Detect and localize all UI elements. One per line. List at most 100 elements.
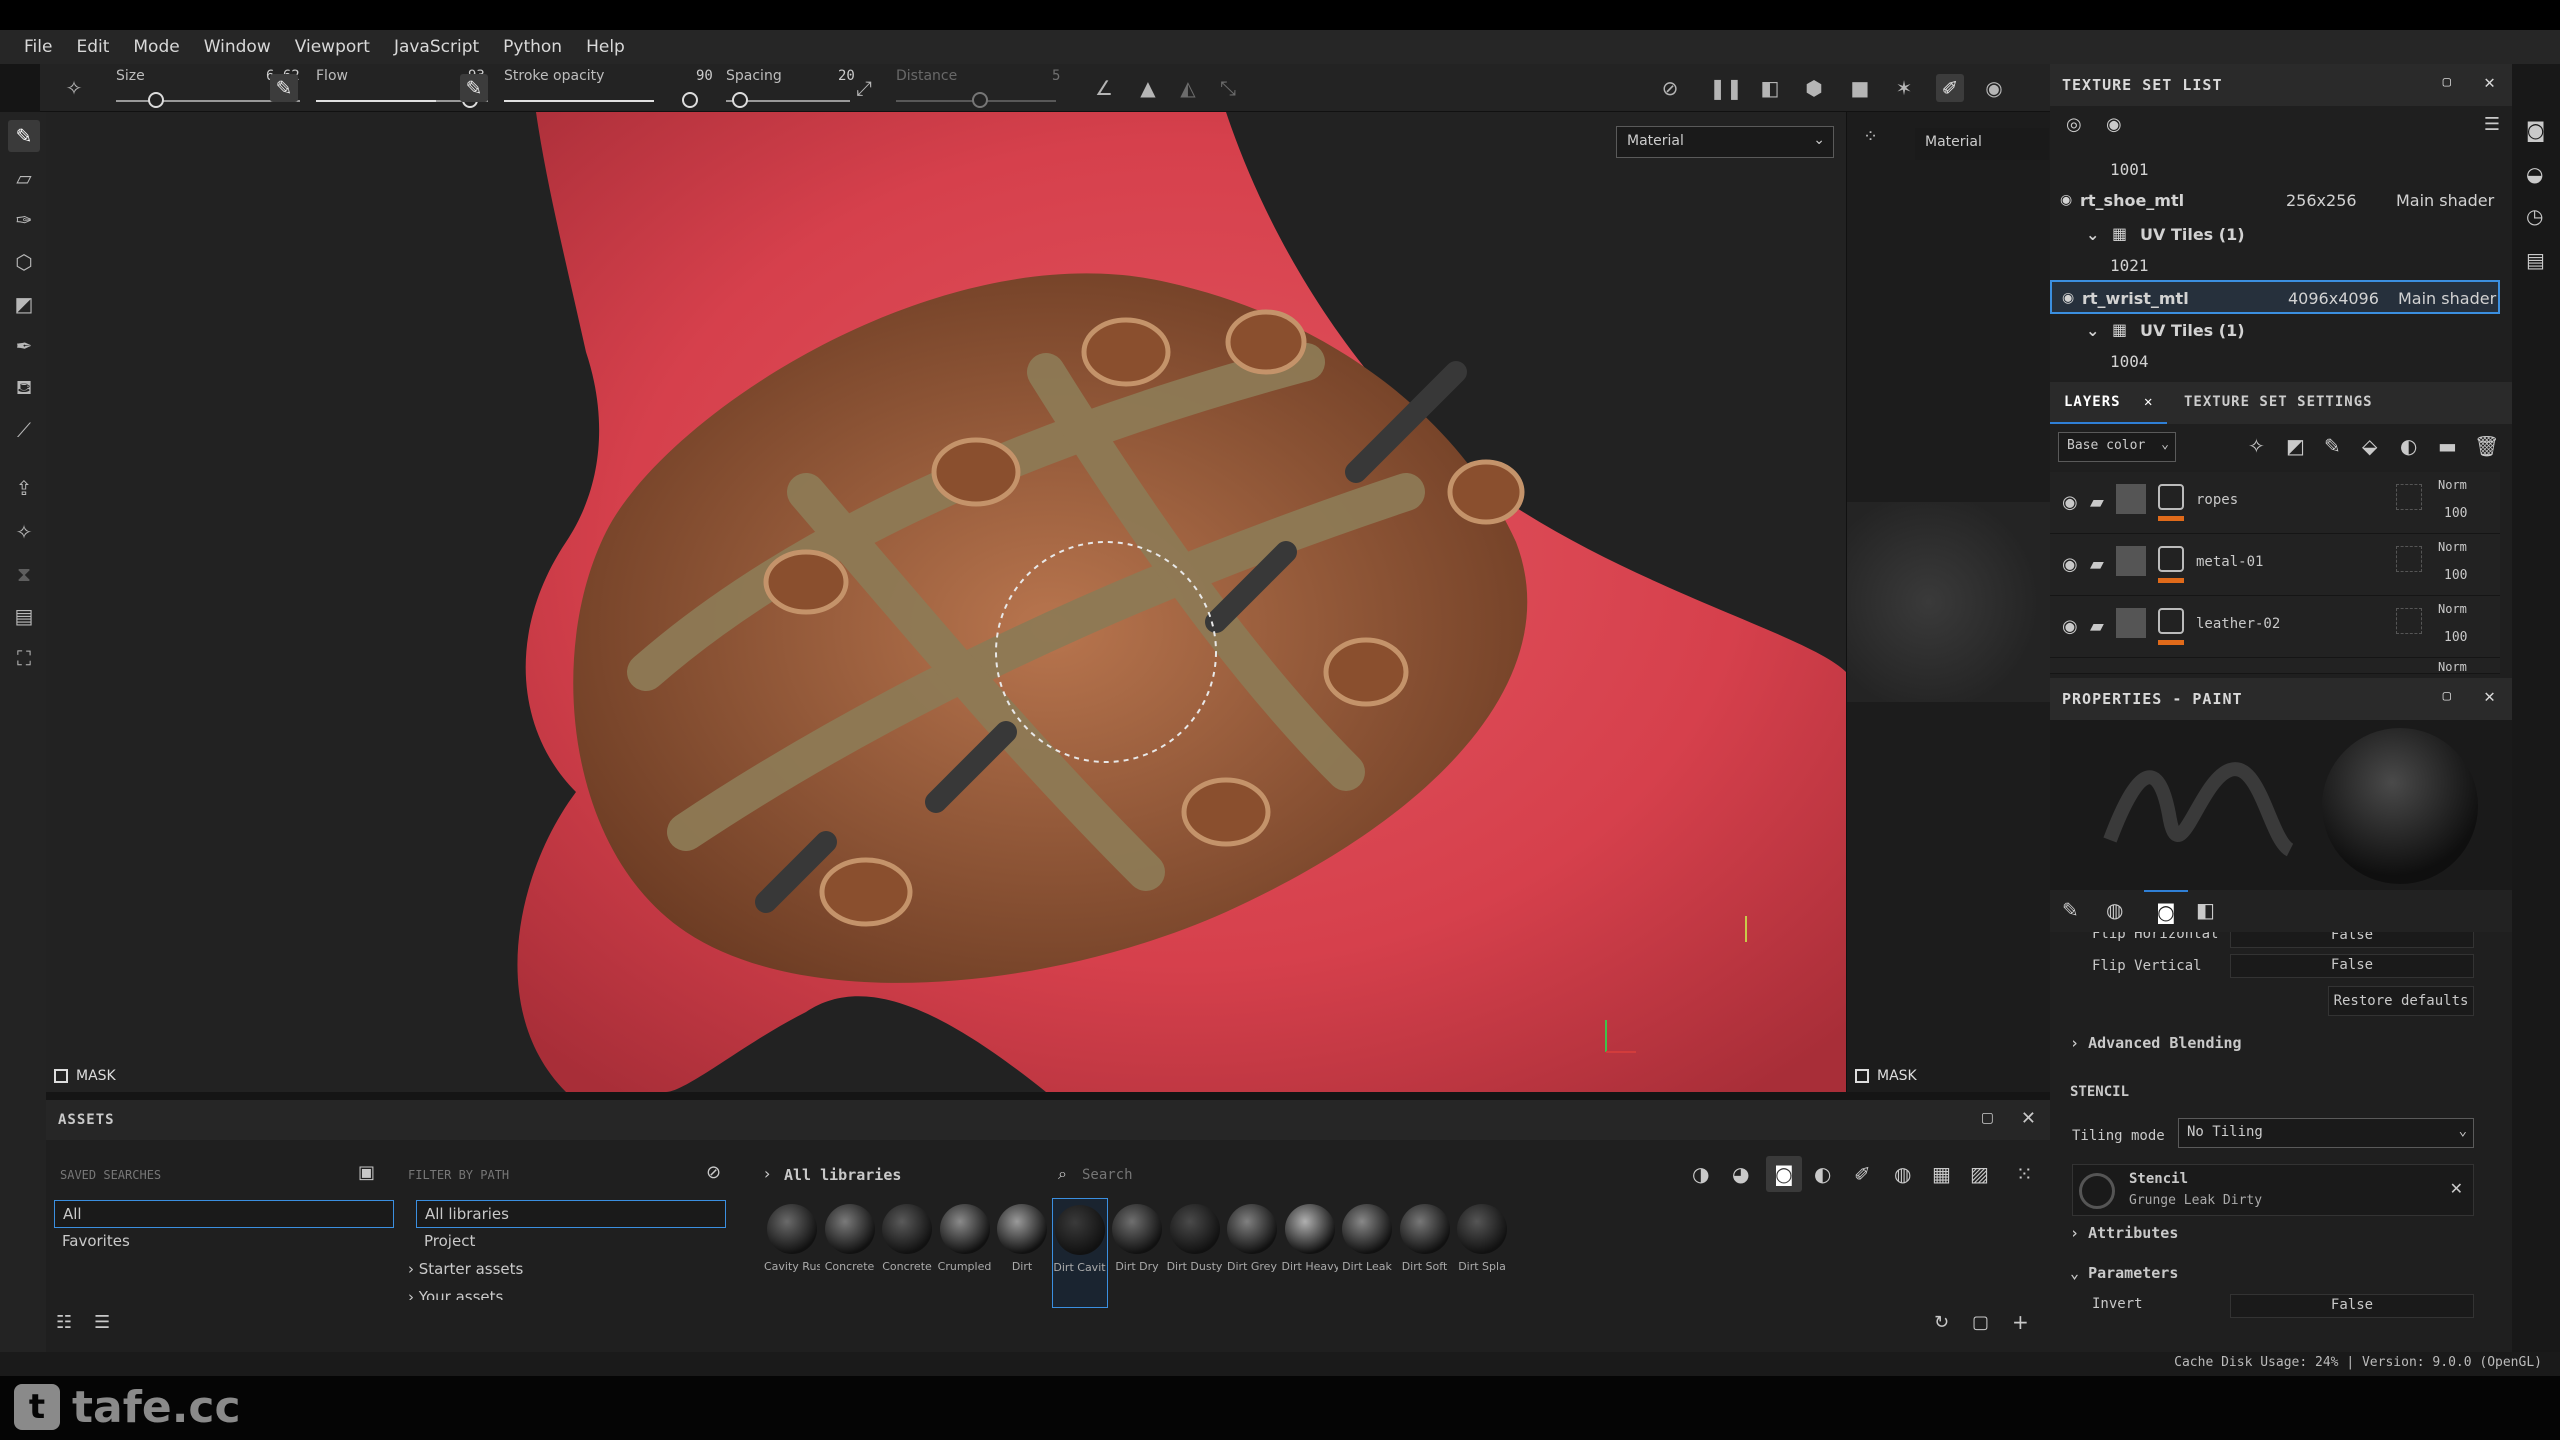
asset-thumbnail[interactable]: Dirt Cavit bbox=[1051, 1198, 1108, 1308]
distance-value[interactable]: 5 bbox=[1052, 68, 1060, 84]
pause-icon[interactable]: ❚❚ bbox=[1709, 74, 1743, 102]
geometry-fill-tool[interactable]: ◩ bbox=[8, 288, 40, 320]
menu-viewport[interactable]: Viewport bbox=[283, 37, 382, 57]
list-view-icon[interactable]: ☷ bbox=[56, 1312, 72, 1333]
chevron-right-icon[interactable]: › bbox=[764, 1164, 770, 1183]
render-icon[interactable]: ✶ bbox=[1890, 74, 1918, 102]
asset-thumbnail[interactable]: Dirt Leak bbox=[1339, 1198, 1395, 1308]
visibility-toggle-icon[interactable]: ◎ bbox=[2066, 114, 2082, 135]
properties-scroll[interactable]: Flip Horizontal False Flip Vertical Fals… bbox=[2050, 932, 2500, 1354]
tiling-mode-select[interactable]: No Tiling ⌄ bbox=[2178, 1118, 2474, 1148]
asset-thumbnail[interactable]: Dirt Spla bbox=[1454, 1198, 1510, 1308]
spacing-slider[interactable] bbox=[732, 92, 748, 108]
stroke-pressure-icon[interactable]: ✎ bbox=[460, 74, 488, 102]
hide-filter-icon[interactable]: ⊘ bbox=[706, 1162, 721, 1183]
filter-grid-icon[interactable]: ▦ bbox=[1932, 1162, 1951, 1186]
texture-set-row[interactable]: ◉ rt_shoe_mtl 256x256 Main shader bbox=[2050, 184, 2500, 218]
menu-window[interactable]: Window bbox=[192, 37, 283, 57]
new-window-icon[interactable]: ▢ bbox=[1972, 1312, 1989, 1333]
projection-tool[interactable]: ✑ bbox=[8, 204, 40, 236]
clone-tool[interactable]: ⛾ bbox=[8, 372, 40, 404]
filter-smart-materials-icon[interactable]: ◕ bbox=[1732, 1162, 1749, 1186]
path-all-libraries[interactable]: All libraries bbox=[416, 1200, 726, 1228]
hide-ui-icon[interactable]: ⊘ bbox=[1656, 74, 1684, 102]
close-icon[interactable]: ✕ bbox=[2484, 686, 2496, 707]
layer-name[interactable]: ropes bbox=[2196, 492, 2238, 508]
paint-brush-tool[interactable]: ✎ bbox=[8, 120, 40, 152]
layer-opacity[interactable]: 100 bbox=[2444, 630, 2467, 645]
display-settings-icon[interactable]: ◒ bbox=[2526, 162, 2543, 186]
filter-textures-icon[interactable]: ◍ bbox=[1894, 1162, 1911, 1186]
3d-viewport[interactable]: Material ⌄ MASK bbox=[46, 112, 1846, 1092]
uv-mask-toggle[interactable]: MASK bbox=[1855, 1068, 1917, 1084]
camera-video-icon[interactable]: ■ bbox=[1846, 74, 1874, 102]
add-paint-layer-icon[interactable]: ✎ bbox=[2324, 434, 2341, 458]
menu-icon[interactable]: ☰ bbox=[2484, 114, 2500, 135]
menu-file[interactable]: File bbox=[12, 37, 64, 57]
eraser-tool[interactable]: ▱ bbox=[8, 162, 40, 194]
uv-channel-select[interactable]: Material bbox=[1915, 128, 2049, 160]
asset-thumbnail[interactable]: Dirt Grey bbox=[1224, 1198, 1280, 1308]
symmetry-mirror-icon[interactable]: ◭ bbox=[1174, 74, 1202, 102]
blend-mode[interactable]: Norm bbox=[2438, 602, 2467, 616]
stroke-opacity-slider[interactable] bbox=[682, 92, 698, 108]
delete-icon[interactable]: 🗑 bbox=[2474, 434, 2499, 458]
close-icon[interactable]: ✕ bbox=[2021, 1108, 2036, 1129]
filter-masks-icon[interactable]: ◙ bbox=[1766, 1156, 1802, 1192]
parameters-section[interactable]: ⌄ Parameters bbox=[2070, 1264, 2178, 1282]
advanced-blending-section[interactable]: › Advanced Blending bbox=[2070, 1034, 2242, 1052]
uv-tiles-row[interactable]: ⌄ ▦ UV Tiles (1) bbox=[2050, 218, 2500, 250]
history-icon[interactable]: ◷ bbox=[2526, 204, 2543, 228]
layer-item-partial[interactable]: Norm bbox=[2050, 658, 2500, 674]
eye-icon[interactable]: ◉ bbox=[2060, 192, 2072, 208]
blend-mode[interactable]: Norm bbox=[2438, 660, 2467, 673]
polygon-fill-tool[interactable]: ⬡ bbox=[8, 246, 40, 278]
invert-field[interactable]: False bbox=[2230, 1294, 2474, 1318]
channel-select[interactable]: Base color ⌄ bbox=[2058, 432, 2176, 462]
paint-mode-icon[interactable]: ✐ bbox=[1936, 74, 1964, 102]
filter-brushes-icon[interactable]: ✐ bbox=[1854, 1162, 1871, 1186]
blend-mode[interactable]: Norm bbox=[2438, 478, 2467, 492]
uv-grid-icon[interactable]: ⁘ bbox=[1863, 126, 1885, 148]
add-effect-icon[interactable]: ✧ bbox=[2248, 434, 2265, 458]
3d-view-icon[interactable]: ⬢ bbox=[1800, 74, 1828, 102]
export-tool[interactable]: ▤ bbox=[8, 600, 40, 632]
screenshot-icon[interactable]: ◉ bbox=[1980, 74, 2008, 102]
tab-texture-set-settings[interactable]: TEXTURE SET SETTINGS bbox=[2170, 382, 2387, 424]
add-mask-icon[interactable]: ◩ bbox=[2286, 434, 2305, 458]
bake-tool[interactable]: ⇪ bbox=[8, 472, 40, 504]
menu-mode[interactable]: Mode bbox=[121, 37, 191, 57]
2d-viewport[interactable]: ⁘ Material MASK bbox=[1846, 112, 2050, 1092]
eye-icon[interactable]: ◉ bbox=[2062, 554, 2078, 575]
filter-materials-icon[interactable]: ◑ bbox=[1692, 1162, 1709, 1186]
close-icon[interactable]: ✕ bbox=[2450, 1179, 2463, 1198]
chevron-down-icon[interactable]: ⌄ bbox=[2086, 321, 2099, 340]
maximize-icon[interactable]: ▢ bbox=[2443, 74, 2452, 90]
close-icon[interactable]: ✕ bbox=[2144, 394, 2153, 410]
menu-help[interactable]: Help bbox=[574, 37, 637, 57]
maximize-icon[interactable]: ▢ bbox=[2443, 688, 2452, 704]
path-starter-assets[interactable]: › Starter assets bbox=[408, 1260, 523, 1278]
restore-defaults-button[interactable]: Restore defaults bbox=[2328, 986, 2474, 1016]
uv-tool[interactable]: ⛶ bbox=[8, 642, 40, 674]
uv-tiles-row[interactable]: ⌄ ▦ UV Tiles (1) bbox=[2050, 314, 2500, 346]
layer-name[interactable]: leather-02 bbox=[2196, 616, 2280, 632]
layer-name[interactable]: metal-01 bbox=[2196, 554, 2263, 570]
flip-vertical-field[interactable]: False bbox=[2230, 954, 2474, 978]
maximize-icon[interactable]: ▢ bbox=[1981, 1110, 1994, 1126]
attributes-section[interactable]: › Attributes bbox=[2070, 1224, 2178, 1242]
eye-icon[interactable]: ◉ bbox=[2062, 290, 2074, 306]
brush-tab-icon[interactable]: ✎ bbox=[2062, 898, 2079, 922]
pen-pressure-icon[interactable]: ✎ bbox=[270, 74, 298, 102]
layer-item[interactable]: ◉ ▰ ropes Norm 100 bbox=[2050, 472, 2500, 534]
menu-python[interactable]: Python bbox=[491, 37, 574, 57]
log-icon[interactable]: ▤ bbox=[2526, 248, 2545, 272]
menu-edit[interactable]: Edit bbox=[64, 37, 121, 57]
library-breadcrumb[interactable]: All libraries bbox=[784, 1166, 901, 1184]
symmetry-icon[interactable]: ▲ bbox=[1134, 74, 1162, 102]
tab-layers[interactable]: LAYERS ✕ bbox=[2050, 382, 2168, 424]
asset-thumbnail[interactable]: Dirt bbox=[994, 1198, 1050, 1308]
filter-generators-icon[interactable]: ◐ bbox=[1814, 1162, 1831, 1186]
add-smart-material-icon[interactable]: ◐ bbox=[2400, 434, 2417, 458]
asset-thumbnail[interactable]: Dirt Soft bbox=[1397, 1198, 1453, 1308]
